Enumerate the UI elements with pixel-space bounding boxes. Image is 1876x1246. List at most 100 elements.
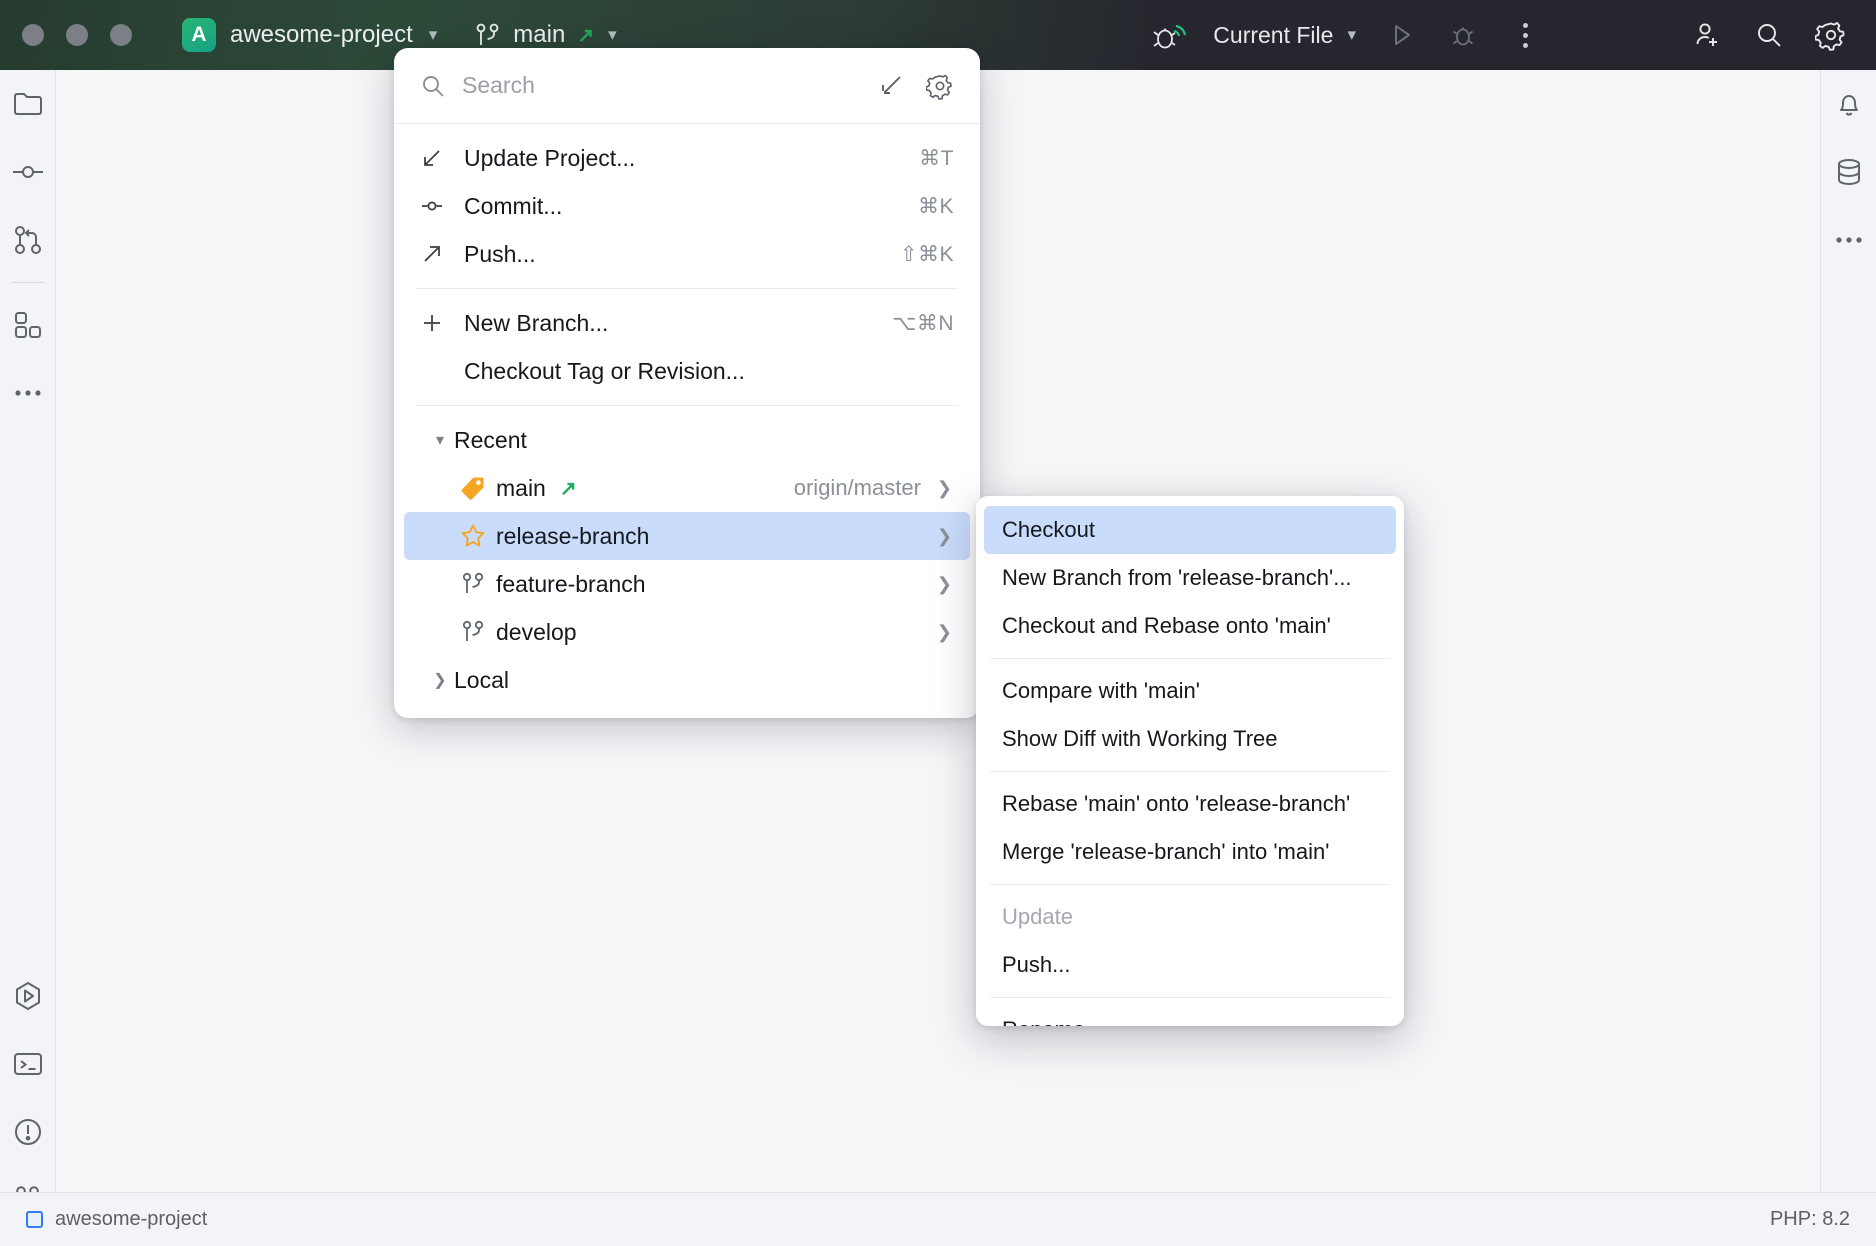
chevron-right-icon[interactable]: ❯ — [937, 574, 952, 595]
branch-icon — [475, 21, 501, 49]
menu-item-shortcut: ⌘T — [919, 146, 954, 171]
branch-row-develop[interactable]: develop ❯ — [404, 608, 970, 656]
debug-button[interactable] — [1432, 4, 1494, 66]
maximize-window-button[interactable] — [110, 24, 132, 46]
share-add-user-button[interactable] — [1676, 4, 1738, 66]
branch-actions-group: New Branch... ⌥⌘N Checkout Tag or Revisi… — [394, 289, 980, 405]
search-everywhere-button[interactable] — [1738, 4, 1800, 66]
context-item-show-diff-with-working-tree[interactable]: Show Diff with Working Tree — [984, 715, 1396, 763]
tree-group-local[interactable]: ❯ Local — [404, 656, 970, 704]
menu-item-label: Commit... — [464, 193, 918, 220]
git-branches-popup: Search — [394, 48, 980, 718]
settings-gear-icon[interactable] — [926, 72, 954, 100]
branch-context-menu: Checkout New Branch from 'release-branch… — [976, 496, 1404, 1026]
project-name-label: awesome-project — [230, 21, 413, 49]
window-controls[interactable] — [22, 24, 132, 46]
menu-item-commit[interactable]: Commit... ⌘K — [394, 182, 980, 230]
status-project[interactable]: awesome-project — [26, 1208, 207, 1231]
branch-row-feature-branch[interactable]: feature-branch ❯ — [404, 560, 970, 608]
tracking-branch-label: origin/master — [794, 475, 921, 501]
more-actions-button[interactable] — [1494, 4, 1556, 66]
chevron-right-icon[interactable]: ❯ — [937, 478, 952, 499]
branch-search-row[interactable]: Search — [394, 48, 980, 124]
context-item-merge-into[interactable]: Merge 'release-branch' into 'main' — [984, 828, 1396, 876]
database-tool-window-button[interactable] — [1821, 138, 1876, 206]
context-item-update: Update — [984, 893, 1396, 941]
context-item-checkout[interactable]: Checkout — [984, 506, 1396, 554]
menu-item-label: Checkout Tag or Revision... — [464, 358, 954, 385]
incoming-changes-icon: ↗ — [577, 23, 594, 48]
branch-row-main[interactable]: main ↗ origin/master ❯ — [404, 464, 970, 512]
close-window-button[interactable] — [22, 24, 44, 46]
status-project-label: awesome-project — [55, 1208, 207, 1231]
branch-tree: ▾ Recent main ↗ origin/master ❯ — [394, 406, 980, 718]
branch-name-label: develop — [496, 619, 937, 646]
context-item-checkout-and-rebase[interactable]: Checkout and Rebase onto 'main' — [984, 602, 1396, 650]
commit-tool-window-button[interactable] — [0, 138, 56, 206]
left-tool-rail — [0, 70, 56, 1246]
menu-item-shortcut: ⌘K — [918, 194, 954, 219]
chevron-right-icon[interactable]: ❯ — [937, 622, 952, 643]
menu-divider — [990, 997, 1390, 998]
menu-item-checkout-tag-or-revision[interactable]: Checkout Tag or Revision... — [394, 347, 980, 395]
minimize-window-button[interactable] — [66, 24, 88, 46]
branch-name-label: feature-branch — [496, 571, 937, 598]
branch-row-release-branch[interactable]: release-branch ❯ — [404, 512, 970, 560]
project-selector[interactable]: A awesome-project ▾ — [182, 18, 437, 52]
run-configuration-selector[interactable]: Current File ▾ — [1199, 22, 1370, 49]
more-tool-windows-button[interactable] — [0, 359, 56, 427]
menu-divider — [990, 884, 1390, 885]
vcs-actions-group: Update Project... ⌘T Commit... ⌘K — [394, 124, 980, 288]
branch-name-label: main — [513, 21, 565, 49]
plugins-tool-window-button[interactable] — [0, 291, 56, 359]
chevron-right-icon: ❯ — [426, 670, 454, 690]
settings-gear-button[interactable] — [1800, 4, 1862, 66]
menu-item-label: Push... — [464, 241, 900, 268]
chevron-down-icon: ▾ — [429, 25, 438, 45]
context-item-compare-with[interactable]: Compare with 'main' — [984, 667, 1396, 715]
search-icon — [420, 73, 446, 99]
menu-divider — [990, 771, 1390, 772]
problems-tool-window-button[interactable] — [0, 1098, 56, 1166]
chevron-down-icon: ▾ — [1347, 25, 1356, 45]
tree-group-recent[interactable]: ▾ Recent — [404, 416, 970, 464]
branch-name-label: release-branch — [496, 523, 937, 550]
menu-item-update-project[interactable]: Update Project... ⌘T — [394, 134, 980, 182]
context-item-new-branch-from[interactable]: New Branch from 'release-branch'... — [984, 554, 1396, 602]
menu-item-shortcut: ⇧⌘K — [900, 242, 954, 267]
project-tool-window-button[interactable] — [0, 70, 56, 138]
status-bar: awesome-project PHP: 8.2 — [0, 1192, 1876, 1246]
run-tool-window-button[interactable] — [0, 962, 56, 1030]
menu-item-new-branch[interactable]: New Branch... ⌥⌘N — [394, 299, 980, 347]
context-item-rename[interactable]: Rename... — [984, 1006, 1396, 1026]
status-interpreter[interactable]: PHP: 8.2 — [1770, 1208, 1850, 1231]
run-configuration-label: Current File — [1213, 22, 1333, 49]
plus-icon — [420, 311, 464, 335]
context-item-rebase-onto[interactable]: Rebase 'main' onto 'release-branch' — [984, 780, 1396, 828]
terminal-tool-window-button[interactable] — [0, 1030, 56, 1098]
tree-group-label: Remote — [454, 715, 952, 719]
chevron-down-icon: ▾ — [608, 25, 617, 45]
ai-debug-icon[interactable] — [1137, 4, 1199, 66]
menu-divider — [990, 658, 1390, 659]
branch-selector[interactable]: main ↗ ▾ — [475, 21, 616, 49]
run-button[interactable] — [1370, 4, 1432, 66]
tag-icon — [450, 475, 496, 501]
branch-icon — [450, 571, 496, 597]
menu-item-push[interactable]: Push... ⇧⌘K — [394, 230, 980, 278]
chevron-right-icon[interactable]: ❯ — [937, 526, 952, 547]
project-square-icon — [26, 1211, 43, 1228]
kebab-icon — [1523, 23, 1528, 48]
star-icon — [450, 523, 496, 549]
titlebar-actions: Current File ▾ — [1137, 4, 1876, 66]
context-item-push[interactable]: Push... — [984, 941, 1396, 989]
notifications-button[interactable] — [1821, 70, 1876, 138]
search-input[interactable]: Search — [462, 72, 862, 99]
right-tool-rail — [1820, 70, 1876, 1246]
rail-divider — [11, 282, 45, 283]
collapse-all-icon[interactable] — [878, 73, 904, 99]
pull-requests-tool-window-button[interactable] — [0, 206, 56, 274]
more-right-tool-windows-button[interactable] — [1821, 206, 1876, 274]
branch-icon — [450, 619, 496, 645]
tree-group-remote[interactable]: ❯ Remote — [404, 704, 970, 718]
